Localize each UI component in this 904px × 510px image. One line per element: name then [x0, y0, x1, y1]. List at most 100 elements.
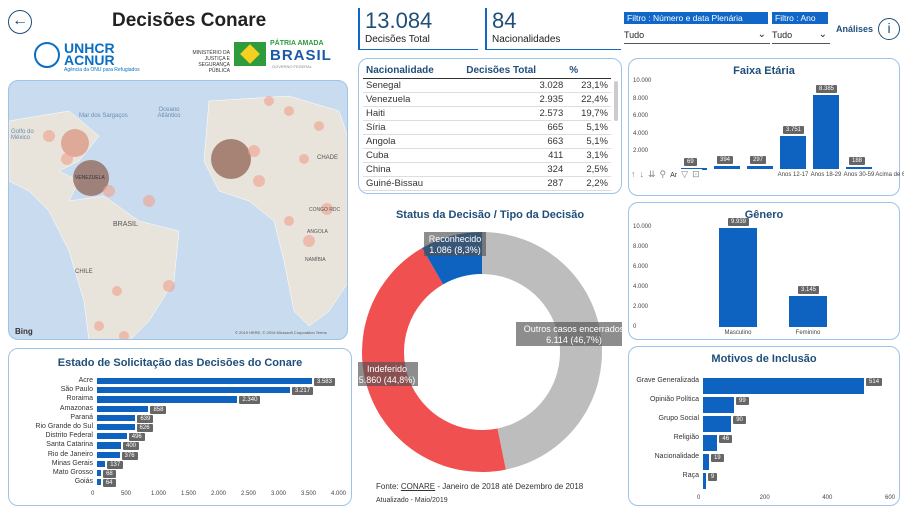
- genero-chart: 10.000 8.000 6.000 4.000 2.000 0 9.939 3.145 Mas…: [633, 217, 897, 339]
- axis-tick-label: 4.000: [633, 284, 649, 290]
- table-row[interactable]: Haiti 2.573 19,7%: [363, 106, 611, 121]
- cell-decisoes: 665: [463, 120, 567, 135]
- col-nacionalidade[interactable]: Nacionalidade: [363, 63, 464, 79]
- bar[interactable]: [97, 433, 127, 440]
- bar[interactable]: [703, 416, 732, 432]
- drill-up-icon[interactable]: ↑: [629, 169, 638, 179]
- unhcr-emblem-icon: [34, 42, 60, 68]
- drill-mode-icon[interactable]: ⚲: [658, 169, 669, 179]
- cell-percent: 2,5%: [566, 162, 611, 177]
- axis-tick-label: 8.000: [633, 95, 649, 102]
- map-label-ocean2: Oceano Atlântico: [157, 107, 181, 119]
- table-row[interactable]: Cuba 411 3,1%: [363, 148, 611, 163]
- map-bubble: [284, 106, 294, 116]
- map-label-chile: CHILE: [75, 269, 93, 275]
- axis-tick-label: 0: [697, 495, 701, 501]
- donut-slice-label: Indeferido5.860 (44,8%): [358, 362, 418, 386]
- axis-tick-label: 400: [822, 495, 833, 501]
- bar[interactable]: [780, 135, 806, 169]
- donut-title: Status da Decisão / Tipo da Decisão: [395, 209, 585, 221]
- map-bubble: [299, 154, 309, 164]
- bar[interactable]: [97, 451, 120, 458]
- axis-tick-label: 1.500: [181, 491, 197, 498]
- table-row[interactable]: Angola 663 5,1%: [363, 134, 611, 149]
- bar-category-label: Religião: [673, 434, 699, 441]
- axis-tick-label: 10.000: [633, 224, 652, 230]
- map-label-ocean1: Mar dos Sargaços: [79, 113, 128, 119]
- filter-plenaria-select[interactable]: Tudo ⌄: [624, 29, 770, 44]
- kpi-decisoes: 13.084 Decisões Total: [358, 8, 478, 50]
- bar-value-label: 90: [733, 416, 746, 424]
- cell-nacionalidade: Cuba: [363, 148, 464, 163]
- bar[interactable]: [813, 95, 839, 169]
- filter-ano-label: Filtro : Ano: [772, 12, 828, 24]
- expand-all-icon[interactable]: ⇊: [646, 169, 658, 179]
- table-row[interactable]: China 324 2,5%: [363, 162, 611, 177]
- bar-category-label: Goiás: [74, 478, 93, 486]
- bar[interactable]: [789, 295, 827, 327]
- bar-value-label: 68: [103, 470, 116, 478]
- bar[interactable]: [97, 414, 136, 421]
- cell-percent: 5,1%: [566, 120, 611, 135]
- bar[interactable]: [747, 166, 773, 169]
- focus-mode-icon[interactable]: ⊡: [690, 169, 702, 179]
- table-row[interactable]: Senegal 3.028 23,1%: [363, 78, 611, 93]
- bar[interactable]: [97, 405, 149, 412]
- motivos-chart: Grave Generalizada 514 Opinião Política 99 G…: [633, 367, 897, 505]
- bar[interactable]: [97, 424, 135, 431]
- table-scrollbar[interactable]: [614, 81, 618, 121]
- filter-plenaria-label: Filtro : Número e data Plenária: [624, 12, 768, 24]
- back-button[interactable]: ←: [8, 10, 32, 34]
- axis-tick-label: 10.000: [633, 78, 652, 84]
- bar[interactable]: [97, 460, 106, 467]
- motivos-title: Motivos de Inclusão: [711, 353, 817, 365]
- donut-slice[interactable]: [361, 248, 506, 472]
- conare-link[interactable]: CONARE: [401, 482, 435, 491]
- filter-icon[interactable]: ▽: [679, 169, 690, 179]
- map-panel[interactable]: Mar dos Sargaços Oceano Atlântico Golfo …: [8, 80, 348, 340]
- filter-ano-select[interactable]: Tudo ⌄: [772, 29, 830, 44]
- footer-fonte: Fonte: CONARE - Janeiro de 2018 até Deze…: [376, 482, 583, 491]
- bar[interactable]: [719, 227, 757, 327]
- bar[interactable]: [97, 387, 291, 394]
- bar[interactable]: [97, 479, 101, 486]
- genero-panel: Gênero 10.000 8.000 6.000 4.000 2.000 0 9.939 3…: [628, 202, 900, 340]
- estado-panel: Estado de Solicitação das Decisões do Co…: [8, 348, 352, 506]
- bar[interactable]: [714, 165, 740, 169]
- bar[interactable]: [703, 378, 865, 394]
- table-row[interactable]: Síria 665 5,1%: [363, 120, 611, 135]
- drill-down-icon[interactable]: ↓: [638, 169, 647, 179]
- map-label-chade: CHADE: [317, 155, 339, 161]
- bar[interactable]: [703, 473, 706, 489]
- bar-value-label: 8.385: [816, 85, 838, 94]
- axis-tick-label: 0: [91, 491, 95, 498]
- bar[interactable]: [97, 442, 121, 449]
- brasil-sub-text: GOVERNO FEDERAL: [272, 64, 313, 69]
- bar[interactable]: [97, 470, 102, 477]
- bar[interactable]: [846, 167, 872, 169]
- bar-category-label: Paraná: [70, 413, 93, 421]
- bar-value-label: 3.145: [798, 285, 820, 294]
- bar-value-label: 69: [684, 158, 697, 167]
- bar[interactable]: [97, 396, 238, 403]
- info-button[interactable]: i: [878, 18, 900, 40]
- cell-decisoes: 324: [463, 162, 567, 177]
- bar-value-label: 639: [137, 414, 154, 423]
- bar[interactable]: [703, 435, 718, 451]
- bar[interactable]: [703, 454, 709, 470]
- bar[interactable]: [97, 378, 312, 385]
- col-decisoes[interactable]: Decisões Total: [463, 63, 567, 79]
- donut-slice[interactable]: [482, 232, 603, 470]
- analises-link[interactable]: Análises: [836, 24, 873, 34]
- map-bubble: [112, 286, 122, 296]
- table-row[interactable]: Guiné-Bissau 287 2,2%: [363, 176, 611, 191]
- cell-decisoes: 287: [463, 176, 567, 191]
- table-row[interactable]: Venezuela 2.935 22,4%: [363, 92, 611, 107]
- cell-percent: 5,1%: [566, 134, 611, 149]
- bar[interactable]: [703, 397, 735, 413]
- bar-value-label: 64: [102, 479, 116, 488]
- col-percent[interactable]: %: [566, 63, 611, 79]
- bar-value-label: 3.217: [292, 387, 314, 396]
- bar-category-label: Feminino: [795, 330, 821, 336]
- bar-category-label: Nacionalidade: [654, 453, 699, 460]
